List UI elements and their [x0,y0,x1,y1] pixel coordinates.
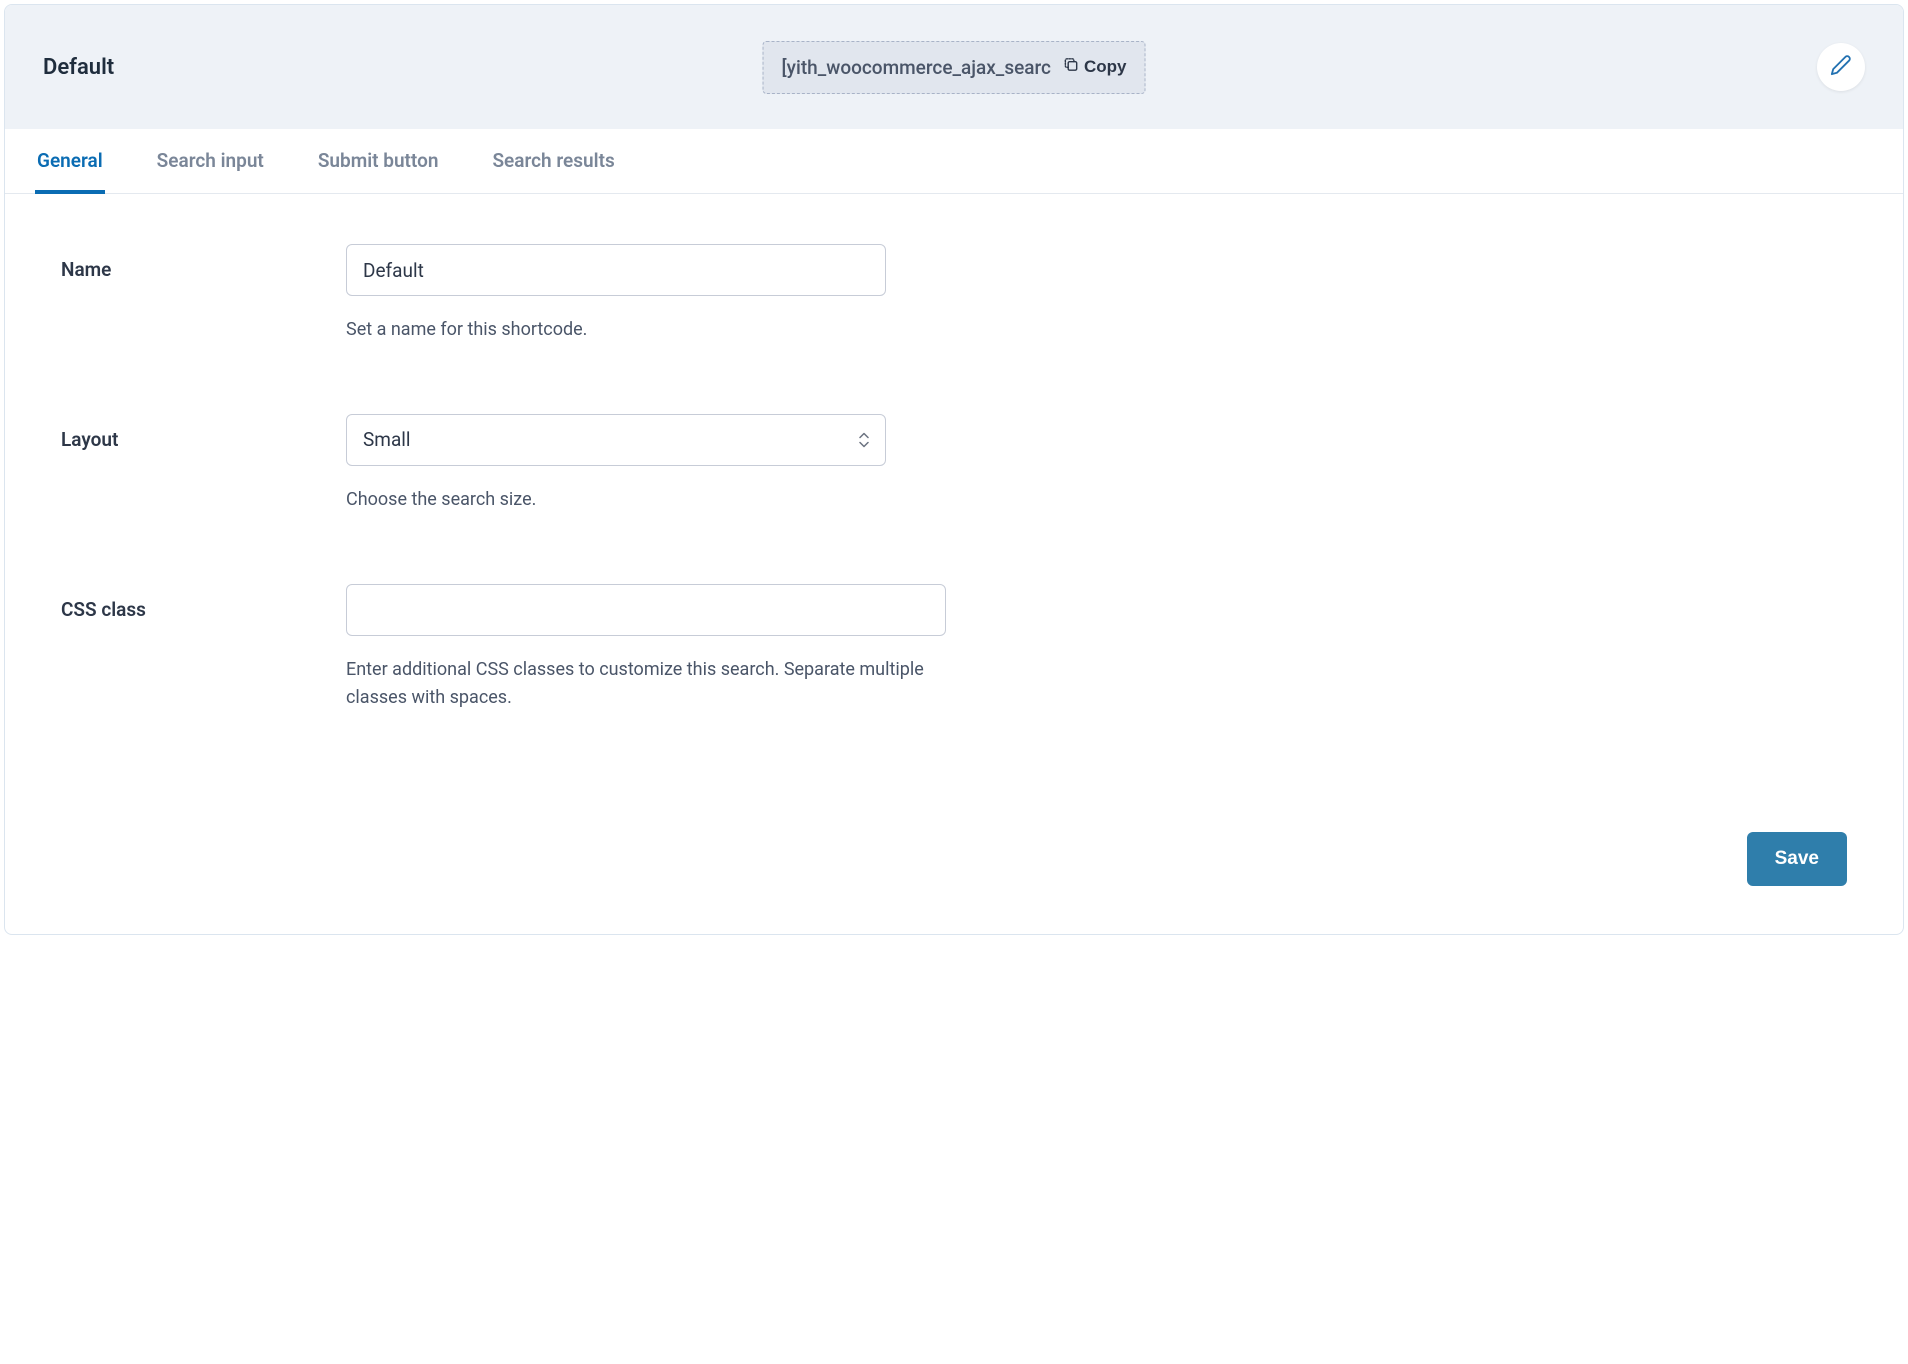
copy-icon [1063,56,1080,78]
css-class-label: CSS class [61,584,346,621]
panel-header: Default [yith_woocommerce_ajax_searc Cop… [5,5,1903,129]
name-help: Set a name for this shortcode. [346,316,886,344]
layout-help: Choose the search size. [346,486,886,514]
name-input[interactable] [346,244,886,296]
form-footer: Save [5,812,1903,934]
css-class-field-wrap: Enter additional CSS classes to customiz… [346,584,946,712]
tabs: General Search input Submit button Searc… [5,129,1903,194]
shortcode-box: [yith_woocommerce_ajax_searc Copy [763,41,1146,94]
name-field-wrap: Set a name for this shortcode. [346,244,886,344]
copy-button[interactable]: Copy [1063,56,1127,78]
css-class-input[interactable] [346,584,946,636]
layout-select-value: Small [363,428,411,451]
copy-label: Copy [1084,57,1127,77]
layout-field-wrap: Small Choose the search size. [346,414,886,514]
save-button[interactable]: Save [1747,832,1847,886]
pencil-icon [1830,54,1852,80]
layout-select-wrap: Small [346,414,886,466]
tab-search-input[interactable]: Search input [155,129,266,194]
field-row-css-class: CSS class Enter additional CSS classes t… [61,584,1847,712]
header-title: Default [43,55,114,80]
tab-search-results[interactable]: Search results [490,129,616,194]
shortcode-text: [yith_woocommerce_ajax_searc [782,56,1051,79]
tab-general[interactable]: General [35,129,105,194]
layout-select[interactable]: Small [346,414,886,466]
tab-submit-button[interactable]: Submit button [316,129,441,194]
settings-panel: Default [yith_woocommerce_ajax_searc Cop… [4,4,1904,935]
layout-label: Layout [61,414,346,451]
css-class-help: Enter additional CSS classes to customiz… [346,656,946,712]
edit-button[interactable] [1817,43,1865,91]
shortcode-container: [yith_woocommerce_ajax_searc Copy [763,41,1146,94]
field-row-name: Name Set a name for this shortcode. [61,244,1847,344]
field-row-layout: Layout Small Choose the search size. [61,414,1847,514]
name-label: Name [61,244,346,281]
form-body: Name Set a name for this shortcode. Layo… [5,194,1903,812]
